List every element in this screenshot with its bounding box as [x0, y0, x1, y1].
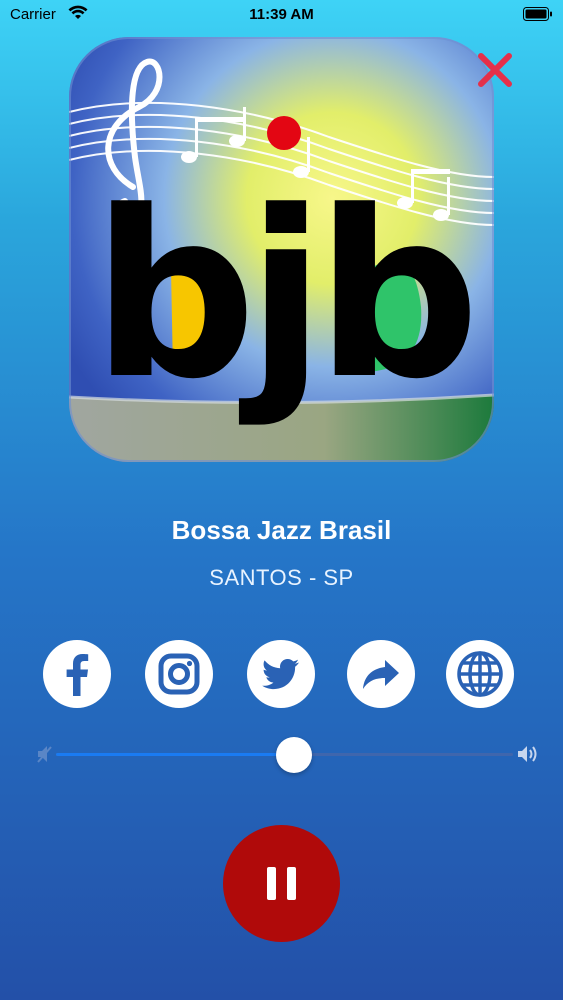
volume-slider-fill: [56, 753, 294, 756]
volume-max-icon: [518, 746, 537, 762]
station-location: SANTOS - SP: [209, 565, 354, 590]
volume-control: [36, 736, 539, 773]
volume-slider[interactable]: [56, 737, 513, 773]
share-button[interactable]: [347, 640, 415, 708]
volume-slider-thumb[interactable]: [275, 737, 312, 773]
twitter-icon: [262, 659, 299, 690]
pause-button[interactable]: [223, 825, 340, 942]
facebook-button[interactable]: [43, 640, 111, 708]
pause-icon: [267, 867, 296, 900]
volume-min-icon: [37, 746, 52, 763]
battery-icon: [523, 7, 552, 21]
twitter-button[interactable]: [247, 640, 315, 708]
station-logo: bjb: [69, 37, 494, 462]
status-time: 11:39 AM: [249, 6, 314, 23]
status-bar: Carrier 11:39 AM: [0, 0, 563, 30]
instagram-icon: [158, 653, 200, 695]
close-icon: [478, 53, 512, 87]
close-button[interactable]: [474, 49, 516, 91]
station-name: Bossa Jazz Brasil: [171, 515, 392, 545]
globe-icon: [457, 651, 503, 697]
facebook-icon: [66, 654, 89, 696]
instagram-button[interactable]: [145, 640, 213, 708]
logo-text: bjb: [92, 163, 470, 430]
website-button[interactable]: [446, 640, 514, 708]
share-icon: [363, 660, 399, 689]
